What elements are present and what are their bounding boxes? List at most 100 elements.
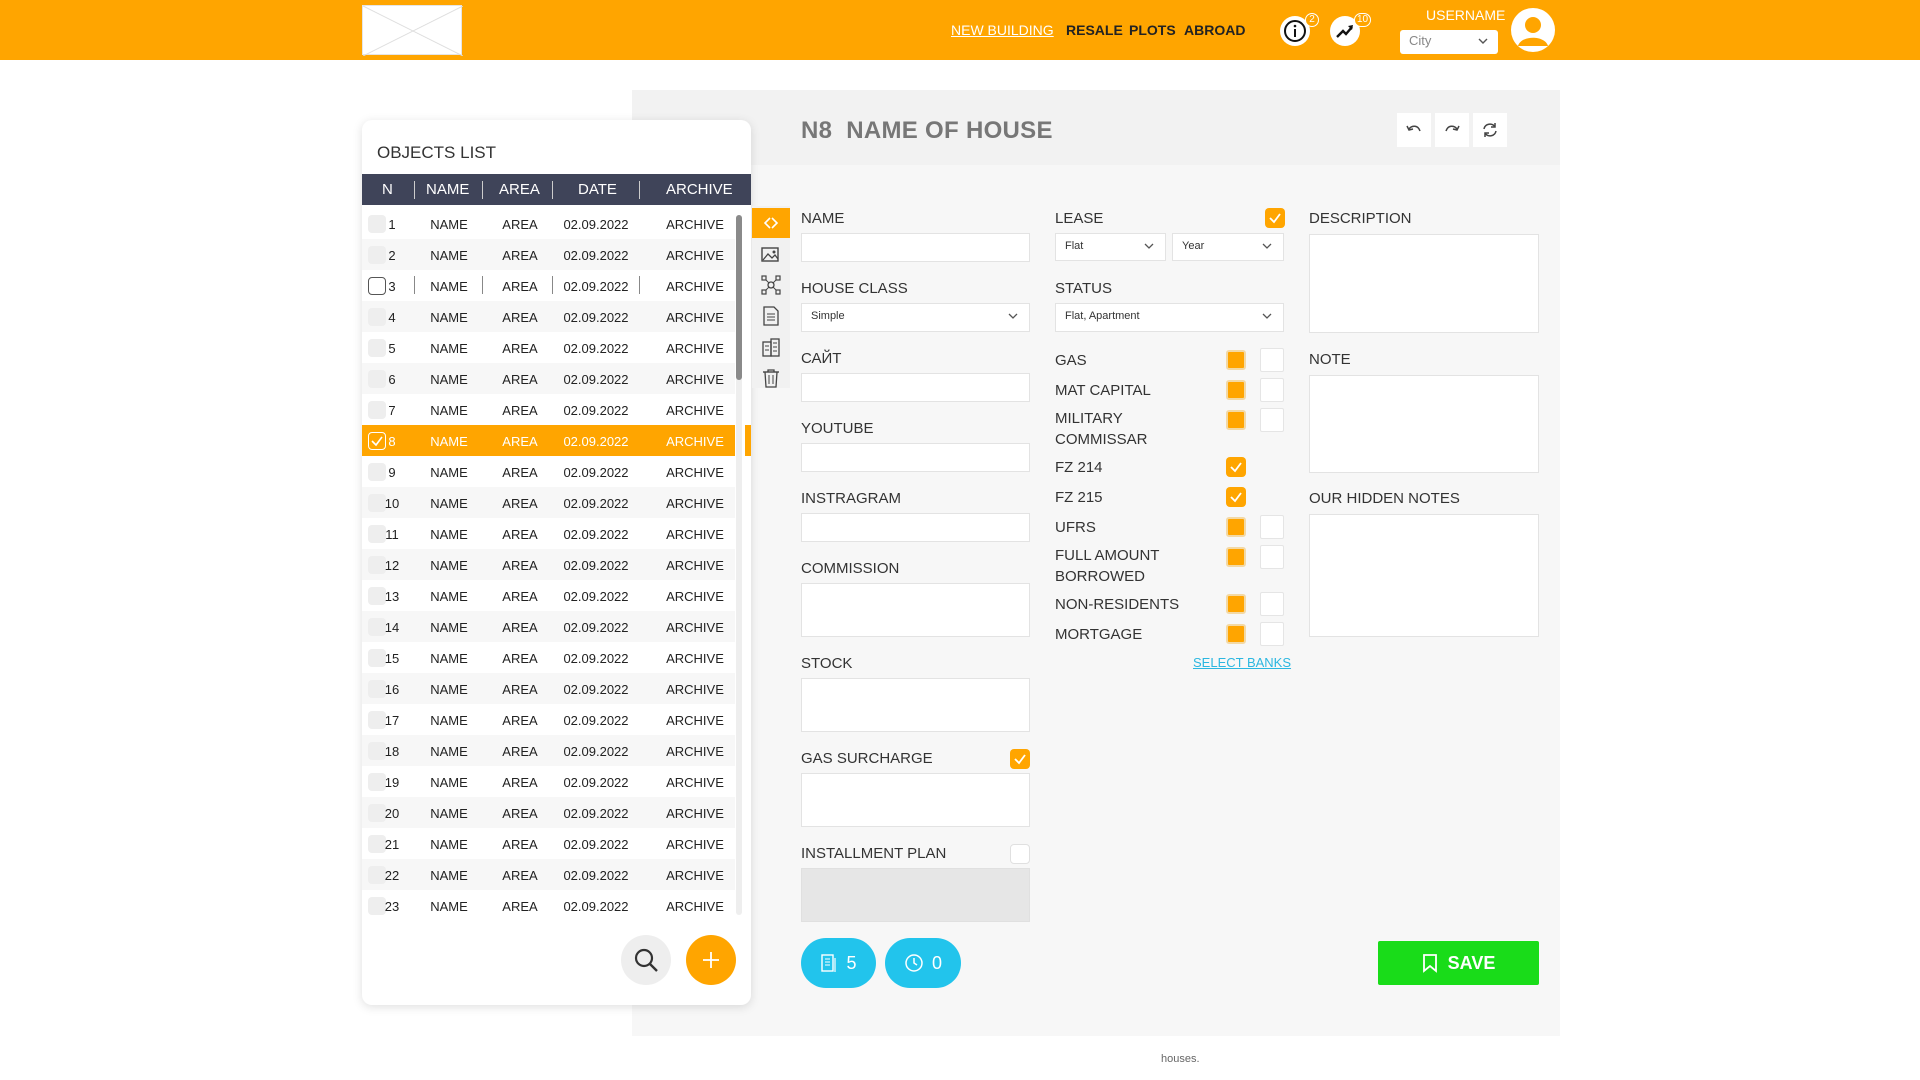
table-row[interactable]: 1 NAME AREA 02.09.2022 ARCHIVE — [362, 208, 735, 239]
mortgage-option-no[interactable] — [1260, 622, 1284, 646]
table-row[interactable]: 22 NAME AREA 02.09.2022 ARCHIVE — [362, 859, 735, 890]
redo-button[interactable] — [1435, 113, 1469, 147]
mortgage-option-yes[interactable] — [1226, 624, 1246, 644]
row-archive: ARCHIVE — [666, 465, 724, 480]
row-area: AREA — [502, 248, 538, 263]
undo-button[interactable] — [1397, 113, 1431, 147]
table-row[interactable]: 14 NAME AREA 02.09.2022 ARCHIVE — [362, 611, 735, 642]
gas-option-no[interactable] — [1260, 348, 1284, 372]
house-class-select[interactable]: Simple — [801, 303, 1030, 332]
table-row[interactable]: 13 NAME AREA 02.09.2022 ARCHIVE — [362, 580, 735, 611]
ufrs-option-yes[interactable] — [1226, 517, 1246, 537]
gas-surcharge-checkbox[interactable] — [1010, 749, 1030, 769]
column-header-n[interactable]: N — [382, 181, 393, 198]
table-row[interactable]: 3 NAME AREA 02.09.2022 ARCHIVE — [362, 270, 735, 301]
table-row[interactable]: 17 NAME AREA 02.09.2022 ARCHIVE — [362, 704, 735, 735]
row-area: AREA — [502, 620, 538, 635]
table-row[interactable]: 20 NAME AREA 02.09.2022 ARCHIVE — [362, 797, 735, 828]
nav-new-building[interactable]: NEW BUILDING — [951, 22, 1054, 38]
fz215-checkbox[interactable] — [1226, 487, 1246, 507]
commission-input[interactable] — [801, 583, 1030, 637]
table-row[interactable]: 11 NAME AREA 02.09.2022 ARCHIVE — [362, 518, 735, 549]
add-object-button[interactable] — [686, 935, 736, 985]
refresh-icon — [1483, 123, 1497, 137]
column-header-name[interactable]: NAME — [426, 181, 469, 198]
gas-surcharge-input[interactable] — [801, 773, 1030, 827]
stock-input[interactable] — [801, 678, 1030, 732]
ufrs-option-no[interactable] — [1260, 515, 1284, 539]
description-textarea[interactable] — [1309, 234, 1539, 333]
column-header-date[interactable]: DATE — [578, 181, 617, 198]
note-textarea[interactable] — [1309, 375, 1539, 473]
table-row[interactable]: 15 NAME AREA 02.09.2022 ARCHIVE — [362, 642, 735, 673]
tool-collapse[interactable] — [752, 208, 790, 238]
tool-delete[interactable] — [752, 363, 790, 393]
status-select[interactable]: Flat, Apartment — [1055, 303, 1284, 332]
list-scrollbar-thumb[interactable] — [736, 215, 742, 380]
row-area: AREA — [502, 527, 538, 542]
table-row[interactable]: 6 NAME AREA 02.09.2022 ARCHIVE — [362, 363, 735, 394]
table-row[interactable]: 12 NAME AREA 02.09.2022 ARCHIVE — [362, 549, 735, 580]
documents-button[interactable]: 5 — [801, 938, 876, 988]
non-residents-option-no[interactable] — [1260, 592, 1284, 616]
full-amount-option-no[interactable] — [1260, 545, 1284, 569]
table-row[interactable]: 21 NAME AREA 02.09.2022 ARCHIVE — [362, 828, 735, 859]
table-row[interactable]: 8 NAME AREA 02.09.2022 ARCHIVE — [362, 425, 735, 456]
row-archive: ARCHIVE — [666, 217, 724, 232]
gas-option-yes[interactable] — [1226, 350, 1246, 370]
lease-checkbox[interactable] — [1265, 208, 1285, 228]
instagram-input[interactable] — [801, 513, 1030, 542]
nav-resale[interactable]: RESALE — [1066, 22, 1123, 38]
search-button[interactable] — [621, 935, 671, 985]
military-commissar-option-yes[interactable] — [1226, 410, 1246, 430]
mat-capital-option-yes[interactable] — [1226, 380, 1246, 400]
network-icon — [761, 275, 781, 295]
row-area: AREA — [502, 806, 538, 821]
table-row[interactable]: 18 NAME AREA 02.09.2022 ARCHIVE — [362, 735, 735, 766]
column-header-archive[interactable]: ARCHIVE — [666, 181, 733, 198]
nav-abroad[interactable]: ABROAD — [1184, 22, 1245, 38]
youtube-input[interactable] — [801, 443, 1030, 472]
history-button[interactable]: 0 — [885, 938, 961, 988]
row-archive: ARCHIVE — [666, 589, 724, 604]
tool-document[interactable] — [752, 301, 790, 331]
refresh-button[interactable] — [1473, 113, 1507, 147]
buildings-icon — [762, 338, 780, 357]
row-date: 02.09.2022 — [563, 465, 629, 480]
tool-buildings[interactable] — [752, 332, 790, 362]
table-row[interactable]: 23 NAME AREA 02.09.2022 ARCHIVE — [362, 890, 735, 918]
hidden-notes-textarea[interactable] — [1309, 514, 1539, 637]
city-select[interactable]: City — [1400, 30, 1498, 54]
nav-plots[interactable]: PLOTS — [1129, 22, 1176, 38]
column-header-area[interactable]: AREA — [499, 181, 540, 198]
non-residents-option-yes[interactable] — [1226, 594, 1246, 614]
lease-type-select[interactable]: Flat — [1055, 233, 1166, 261]
table-row[interactable]: 2 NAME AREA 02.09.2022 ARCHIVE — [362, 239, 735, 270]
select-banks-link[interactable]: SELECT BANKS — [1193, 655, 1291, 670]
table-row[interactable]: 19 NAME AREA 02.09.2022 ARCHIVE — [362, 766, 735, 797]
table-row[interactable]: 5 NAME AREA 02.09.2022 ARCHIVE — [362, 332, 735, 363]
table-row[interactable]: 9 NAME AREA 02.09.2022 ARCHIVE — [362, 456, 735, 487]
logo-placeholder[interactable] — [362, 5, 464, 57]
site-input[interactable] — [801, 373, 1030, 402]
full-amount-option-yes[interactable] — [1226, 547, 1246, 567]
tool-structure[interactable] — [752, 270, 790, 300]
row-archive: ARCHIVE — [666, 868, 724, 883]
table-row[interactable]: 16 NAME AREA 02.09.2022 ARCHIVE — [362, 673, 735, 704]
table-row[interactable]: 7 NAME AREA 02.09.2022 ARCHIVE — [362, 394, 735, 425]
military-commissar-option-no[interactable] — [1260, 408, 1284, 432]
document-icon — [763, 306, 779, 326]
table-row[interactable]: 4 NAME AREA 02.09.2022 ARCHIVE — [362, 301, 735, 332]
user-avatar-icon — [1518, 17, 1548, 46]
lease-period-select[interactable]: Year — [1172, 233, 1284, 261]
table-row[interactable]: 10 NAME AREA 02.09.2022 ARCHIVE — [362, 487, 735, 518]
name-input[interactable] — [801, 233, 1030, 262]
tool-photos[interactable] — [752, 239, 790, 269]
mat-capital-option-no[interactable] — [1260, 378, 1284, 402]
save-button[interactable]: SAVE — [1378, 941, 1539, 985]
fz214-checkbox[interactable] — [1226, 457, 1246, 477]
mortgage-label: MORTGAGE — [1055, 626, 1143, 643]
installment-plan-checkbox[interactable] — [1010, 844, 1030, 864]
row-number: 3 — [388, 279, 396, 294]
avatar[interactable] — [1511, 8, 1555, 52]
